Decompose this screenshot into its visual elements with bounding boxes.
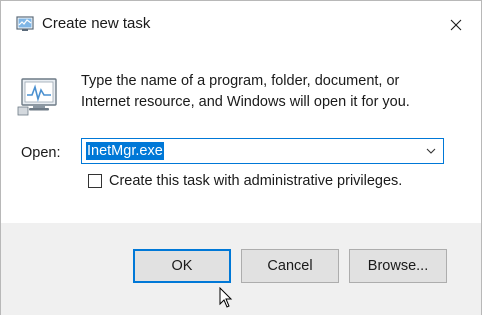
instruction-text: Type the name of a program, folder, docu… — [81, 73, 410, 110]
close-icon — [450, 19, 462, 31]
mouse-pointer-icon — [219, 286, 233, 309]
admin-privileges-checkbox[interactable] — [88, 174, 102, 188]
close-button[interactable] — [437, 9, 475, 41]
open-input-value[interactable]: InetMgr.exe — [86, 142, 164, 160]
cancel-button[interactable]: Cancel — [241, 249, 339, 283]
create-new-task-dialog: Create new task Type the name of a progr… — [0, 0, 482, 315]
title-bar[interactable]: Create new task — [1, 1, 481, 47]
open-label: Open: — [21, 145, 61, 161]
admin-privileges-label[interactable]: Create this task with administrative pri… — [109, 172, 402, 190]
task-run-icon — [16, 15, 34, 33]
chevron-down-icon — [426, 148, 436, 154]
dropdown-arrow-button[interactable] — [423, 143, 439, 159]
browse-button[interactable]: Browse... — [349, 249, 447, 283]
ok-button[interactable]: OK — [133, 249, 231, 283]
window-title: Create new task — [42, 15, 151, 32]
open-combobox[interactable]: InetMgr.exe — [81, 138, 444, 164]
run-program-icon — [17, 73, 61, 117]
